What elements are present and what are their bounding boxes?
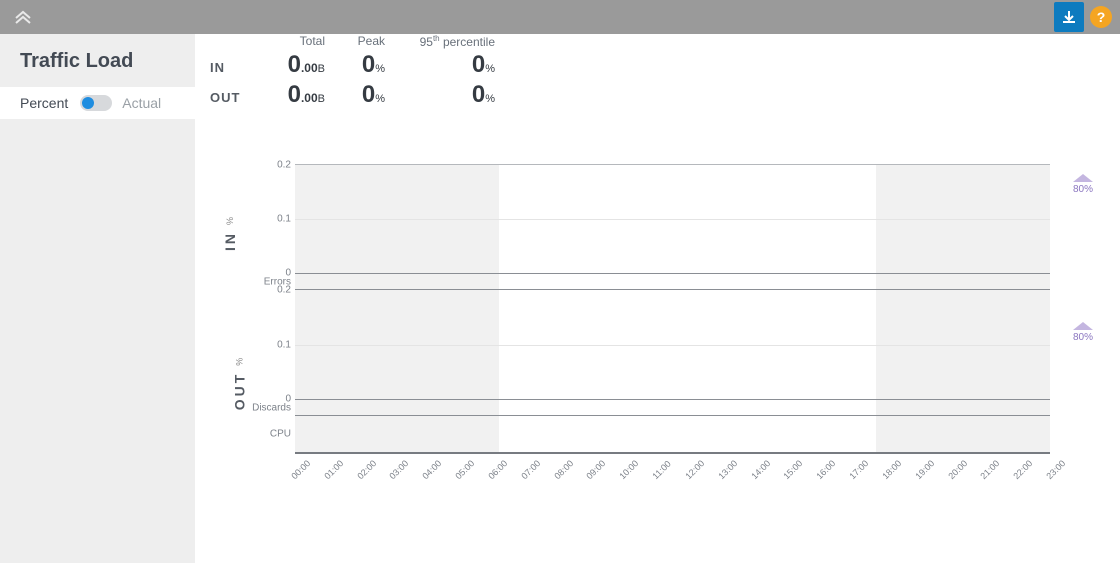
ytick: 0.1: [199, 339, 291, 350]
xtick: 23:00: [1044, 458, 1067, 481]
download-button[interactable]: [1054, 2, 1084, 32]
ytick: 0.1: [199, 214, 291, 225]
xtick: 18:00: [880, 458, 903, 481]
xtick: 11:00: [650, 459, 673, 482]
sidebar: Traffic Load Percent Actual: [0, 34, 195, 563]
xtick: 14:00: [749, 458, 772, 481]
stats-header-p95: 95th percentile: [385, 34, 495, 49]
xtick: 10:00: [618, 458, 641, 481]
xtick: 16:00: [815, 458, 838, 481]
ytick: 0.2: [199, 285, 291, 296]
xtick: 04:00: [421, 458, 444, 481]
unit-toggle-row: Percent Actual: [0, 87, 195, 119]
stats-header-total: Total: [265, 34, 325, 49]
plot[interactable]: 80% 80% 0.2 0.1 0 Errors 0.2: [295, 164, 1050, 500]
threshold-out: 80%: [1058, 322, 1108, 343]
xtick: 00:00: [289, 458, 312, 481]
xtick: 21:00: [979, 458, 1002, 481]
chart: IN% OUT% 80% 80% 0.2 0.1 0 Errors: [195, 154, 1120, 563]
topbar: ?: [0, 0, 1120, 34]
xtick: 02:00: [355, 458, 378, 481]
xtick: 17:00: [847, 458, 870, 481]
xtick: 12:00: [683, 458, 706, 481]
triangle-up-icon: [1073, 322, 1093, 330]
pane-in: 0.2 0.1 0: [295, 164, 1050, 274]
panel-title: Traffic Load: [0, 34, 195, 87]
stats-header-peak: Peak: [325, 34, 385, 49]
pane-cpu: CPU: [295, 416, 1050, 454]
help-button[interactable]: ?: [1090, 6, 1112, 28]
xtick: 15:00: [782, 458, 805, 481]
stats-row-in: IN 0.00B 0% 0%: [210, 51, 495, 79]
xtick: 06:00: [486, 458, 509, 481]
xtick: 01:00: [322, 458, 345, 481]
xtick: 08:00: [552, 458, 575, 481]
unit-toggle[interactable]: [80, 95, 112, 111]
xtick: 19:00: [913, 458, 936, 481]
stats-table: Total Peak 95th percentile IN 0.00B 0% 0…: [210, 34, 495, 109]
pane-out: 0.2 0.1 0: [295, 290, 1050, 400]
xtick: 22:00: [1012, 458, 1035, 481]
toggle-actual-label: Actual: [122, 95, 161, 111]
xaxis: 00:0001:0002:0003:0004:0005:0006:0007:00…: [295, 460, 1050, 500]
threshold-in: 80%: [1058, 174, 1108, 195]
stats-row-out: OUT 0.00B 0% 0%: [210, 81, 495, 109]
ytick: 0.2: [199, 160, 291, 171]
pane-discards: Discards: [295, 400, 1050, 416]
triangle-up-icon: [1073, 174, 1093, 182]
pane-errors: Errors: [295, 274, 1050, 290]
xtick: 13:00: [716, 458, 739, 481]
toggle-percent-label: Percent: [20, 95, 68, 111]
xtick: 20:00: [946, 458, 969, 481]
xtick: 07:00: [519, 458, 542, 481]
collapse-icon[interactable]: [14, 8, 32, 24]
main: Total Peak 95th percentile IN 0.00B 0% 0…: [195, 34, 1120, 563]
xtick: 05:00: [453, 458, 476, 481]
xtick: 09:00: [585, 458, 608, 481]
xtick: 03:00: [388, 458, 411, 481]
